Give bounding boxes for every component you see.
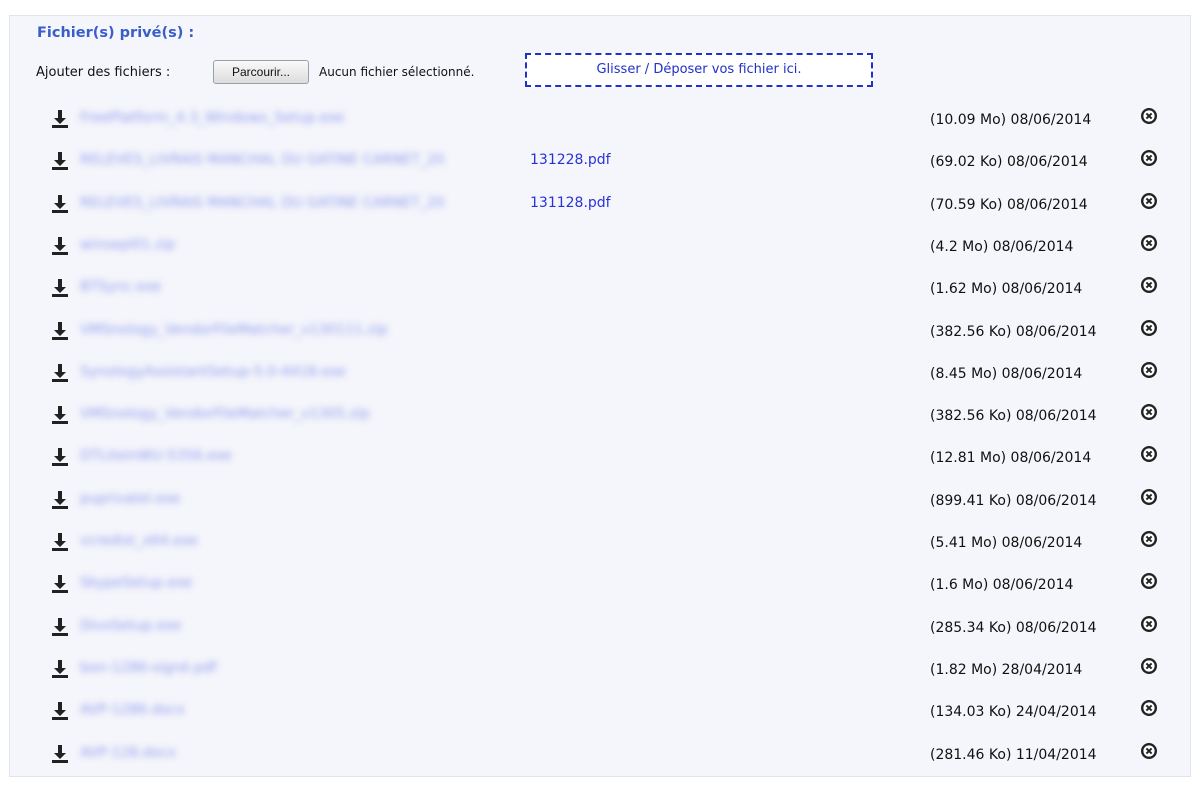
- file-name-link[interactable]: winsepl01.zip: [80, 237, 175, 253]
- file-size-date: (12.81 Mo) 08/06/2014: [930, 450, 1092, 467]
- delete-icon[interactable]: [1140, 530, 1158, 548]
- download-icon[interactable]: [50, 194, 70, 214]
- file-selection-status: Aucun fichier sélectionné.: [319, 65, 475, 79]
- download-icon[interactable]: [50, 236, 70, 256]
- delete-icon[interactable]: [1140, 403, 1158, 421]
- download-icon[interactable]: [50, 490, 70, 510]
- file-row: SynologyAssistantSetup-5.0-4418.exe (8.45…: [10, 356, 1190, 398]
- file-name-link[interactable]: VMSnology_VendorFileMatcher_v130111.zip: [80, 322, 388, 338]
- file-row: VMSnology_VendorFileMatcher_v1305.zip (38…: [10, 398, 1190, 440]
- file-name-link[interactable]: bon-1286-signé.pdf: [80, 660, 217, 676]
- file-name-link[interactable]: SkypeSetup.exe: [80, 575, 192, 591]
- file-name-link[interactable]: DivxSetup.exe: [80, 618, 181, 634]
- file-name-link[interactable]: RELEVES_LIVRAIS MANCHAL DU GATINE CARNET…: [80, 195, 445, 211]
- file-size-date: (1.82 Mo) 28/04/2014: [930, 661, 1083, 678]
- file-row: DTLiteinWU-5356.exe (12.81 Mo) 08/06/2014: [10, 440, 1190, 482]
- file-size-date: (8.45 Mo) 08/06/2014: [930, 365, 1083, 382]
- file-row: bon-1286-signé.pdf (1.82 Mo) 28/04/2014: [10, 652, 1190, 694]
- file-row: puprivatel.exe (899.41 Ko) 08/06/2014: [10, 483, 1190, 525]
- file-name-link[interactable]: vcredist_x64.exe: [80, 533, 198, 549]
- file-size-date: (1.62 Mo) 08/06/2014: [930, 281, 1083, 298]
- file-name-link[interactable]: BTSync.exe: [80, 279, 161, 295]
- file-name-link[interactable]: DTLiteinWU-5356.exe: [80, 448, 232, 464]
- delete-icon[interactable]: [1140, 276, 1158, 294]
- drop-zone[interactable]: Glisser / Déposer vos fichier ici.: [525, 53, 873, 87]
- private-files-panel: Fichier(s) privé(s) : Ajouter des fichie…: [9, 15, 1191, 777]
- file-size-date: (899.41 Ko) 08/06/2014: [930, 492, 1097, 509]
- delete-icon[interactable]: [1140, 657, 1158, 675]
- file-name-link[interactable]: VMSnology_VendorFileMatcher_v1305.zip: [80, 406, 370, 422]
- download-icon[interactable]: [50, 617, 70, 637]
- file-name-link[interactable]: RELEVES_LIVRAIS MANCHAL DU GATINE CARNET…: [80, 152, 445, 168]
- download-icon[interactable]: [50, 321, 70, 341]
- file-row: winsepl01.zip (4.2 Mo) 08/06/2014: [10, 229, 1190, 271]
- file-size-date: (5.41 Mo) 08/06/2014: [930, 535, 1083, 551]
- file-size-date: (382.56 Ko) 08/06/2014: [930, 323, 1097, 340]
- download-icon[interactable]: [50, 744, 70, 764]
- delete-icon[interactable]: [1140, 488, 1158, 506]
- file-size-date: (382.56 Ko) 08/06/2014: [930, 408, 1097, 425]
- file-row: AVP-1286.docx (134.03 Ko) 24/04/2014: [10, 694, 1190, 736]
- delete-icon[interactable]: [1140, 361, 1158, 379]
- download-icon[interactable]: [50, 701, 70, 721]
- download-icon[interactable]: [50, 405, 70, 425]
- delete-icon[interactable]: [1140, 234, 1158, 252]
- file-size-date: (70.59 Ko) 08/06/2014: [930, 196, 1088, 213]
- file-name-link[interactable]: puprivatel.exe: [80, 491, 180, 507]
- download-icon[interactable]: [50, 659, 70, 679]
- delete-icon[interactable]: [1140, 445, 1158, 463]
- add-files-label: Ajouter des fichiers :: [36, 65, 171, 80]
- file-row: BTSync.exe (1.62 Mo) 08/06/2014: [10, 271, 1190, 313]
- file-name-link[interactable]: SynologyAssistantSetup-5.0-4418.exe: [80, 364, 346, 380]
- delete-icon[interactable]: [1140, 107, 1158, 125]
- download-icon[interactable]: [50, 151, 70, 171]
- file-size-date: (69.02 Ko) 08/06/2014: [930, 154, 1088, 171]
- section-title: Fichier(s) privé(s) :: [37, 25, 195, 41]
- file-name-link[interactable]: AVP-1286.docx: [80, 702, 185, 718]
- file-row: FreePlatform_4.3_Windows_Setup.exe (10.09…: [10, 102, 1190, 144]
- file-row: vcredist_x64.exe (5.41 Mo) 08/06/2014: [10, 525, 1190, 567]
- file-row: DivxSetup.exe (285.34 Ko) 08/06/2014: [10, 610, 1190, 652]
- download-icon[interactable]: [50, 532, 70, 552]
- file-size-date: (4.2 Mo) 08/06/2014: [930, 238, 1074, 255]
- file-row: AVP-128.docx (281.46 Ko) 11/04/2014: [10, 737, 1190, 779]
- file-row: VMSnology_VendorFileMatcher_v130111.zip (…: [10, 314, 1190, 356]
- download-icon[interactable]: [50, 278, 70, 298]
- delete-icon[interactable]: [1140, 615, 1158, 633]
- download-icon[interactable]: [50, 574, 70, 594]
- delete-icon[interactable]: [1140, 319, 1158, 337]
- file-name-suffix[interactable]: 131128.pdf: [530, 195, 611, 211]
- download-icon[interactable]: [50, 109, 70, 129]
- delete-icon[interactable]: [1140, 699, 1158, 717]
- download-icon[interactable]: [50, 447, 70, 467]
- file-name-link[interactable]: FreePlatform_4.3_Windows_Setup.exe: [80, 110, 345, 126]
- file-row: RELEVES_LIVRAIS MANCHAL DU GATINE CARNET…: [10, 187, 1190, 229]
- file-size-date: (134.03 Ko) 24/04/2014: [930, 704, 1097, 721]
- delete-icon[interactable]: [1140, 572, 1158, 590]
- delete-icon[interactable]: [1140, 192, 1158, 210]
- file-size-date: (1.6 Mo) 08/06/2014: [930, 577, 1074, 594]
- file-row: RELEVES_LIVRAIS MANCHAL DU GATINE CARNET…: [10, 144, 1190, 186]
- browse-button[interactable]: Parcourir...: [213, 60, 309, 84]
- file-size-date: (281.46 Ko) 11/04/2014: [930, 746, 1097, 763]
- download-icon[interactable]: [50, 363, 70, 383]
- file-size-date: (10.09 Mo) 08/06/2014: [930, 112, 1092, 128]
- delete-icon[interactable]: [1140, 149, 1158, 167]
- delete-icon[interactable]: [1140, 742, 1158, 760]
- file-row: SkypeSetup.exe (1.6 Mo) 08/06/2014: [10, 567, 1190, 609]
- file-size-date: (285.34 Ko) 08/06/2014: [930, 619, 1097, 636]
- file-name-link[interactable]: AVP-128.docx: [80, 745, 176, 761]
- file-name-suffix[interactable]: 131228.pdf: [530, 152, 611, 168]
